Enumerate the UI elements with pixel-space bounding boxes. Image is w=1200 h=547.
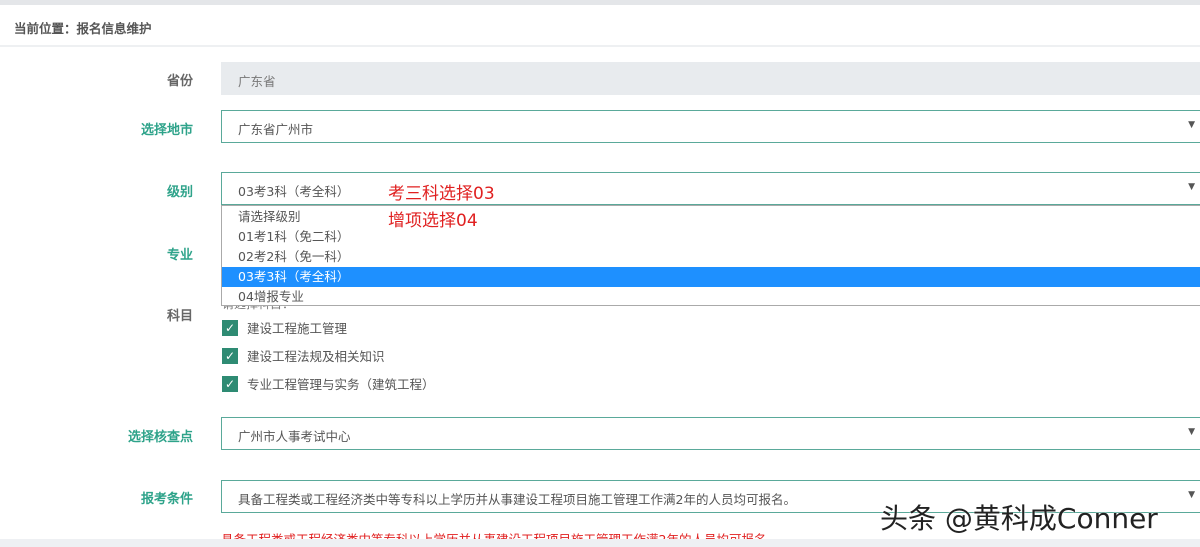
subjects-label: 科目 bbox=[166, 309, 193, 324]
major-label: 专业 bbox=[166, 248, 193, 263]
level-value: 03考3科（考全科） bbox=[238, 184, 350, 199]
checkbox-checked-icon: ✓ bbox=[222, 319, 238, 336]
subject-label: 建设工程法规及相关知识 bbox=[247, 349, 385, 364]
annotation-text: 增项选择04 bbox=[388, 211, 478, 231]
chevron-down-icon: ▼ bbox=[1188, 490, 1195, 500]
level-label: 级别 bbox=[166, 185, 193, 200]
checkbox-checked-icon: ✓ bbox=[222, 375, 238, 392]
subject-checkbox[interactable]: ✓ 专业工程管理与实务（建筑工程） bbox=[222, 374, 435, 393]
province-label: 省份 bbox=[166, 74, 193, 89]
annotation-text: 考三科选择03 bbox=[388, 184, 495, 204]
province-field: 广东省 bbox=[221, 62, 1200, 95]
level-option[interactable]: 02考2科（免一科） bbox=[222, 247, 1200, 267]
city-label: 选择地市 bbox=[140, 123, 193, 138]
checkpoint-value: 广州市人事考试中心 bbox=[238, 429, 351, 444]
city-value: 广东省广州市 bbox=[238, 122, 314, 137]
level-option[interactable]: 04增报专业 bbox=[222, 287, 1200, 307]
bottom-bar bbox=[0, 539, 1200, 547]
checkpoint-label: 选择核查点 bbox=[127, 430, 193, 445]
subject-label: 专业工程管理与实务（建筑工程） bbox=[247, 377, 435, 392]
level-option-selected[interactable]: 03考3科（考全科） bbox=[222, 267, 1200, 287]
level-dropdown: 请选择级别 01考1科（免二科） 02考2科（免一科） 03考3科（考全科） 0… bbox=[221, 205, 1200, 306]
chevron-down-icon: ▼ bbox=[1188, 427, 1195, 437]
breadcrumb: 当前位置：报名信息维护 bbox=[0, 5, 1200, 47]
checkbox-checked-icon: ✓ bbox=[222, 347, 238, 364]
level-option[interactable]: 请选择级别 bbox=[222, 207, 1200, 227]
condition-value: 具备工程类或工程经济类中等专科以上学历并从事建设工程项目施工管理工作满2年的人员… bbox=[238, 492, 796, 507]
province-value: 广东省 bbox=[238, 74, 276, 89]
subject-checkbox[interactable]: ✓ 建设工程法规及相关知识 bbox=[222, 346, 385, 365]
checkpoint-select[interactable]: 广州市人事考试中心 ▼ bbox=[221, 417, 1200, 450]
level-select[interactable]: 03考3科（考全科） ▼ bbox=[221, 172, 1200, 205]
chevron-down-icon: ▼ bbox=[1188, 120, 1195, 130]
level-option[interactable]: 01考1科（免二科） bbox=[222, 227, 1200, 247]
chevron-down-icon: ▼ bbox=[1188, 182, 1195, 192]
condition-label: 报考条件 bbox=[140, 492, 193, 507]
city-select[interactable]: 广东省广州市 ▼ bbox=[221, 110, 1200, 143]
watermark: 头条 @黄科成Conner bbox=[880, 502, 1158, 535]
subject-checkbox[interactable]: ✓ 建设工程施工管理 bbox=[222, 318, 347, 337]
subject-label: 建设工程施工管理 bbox=[247, 321, 348, 336]
